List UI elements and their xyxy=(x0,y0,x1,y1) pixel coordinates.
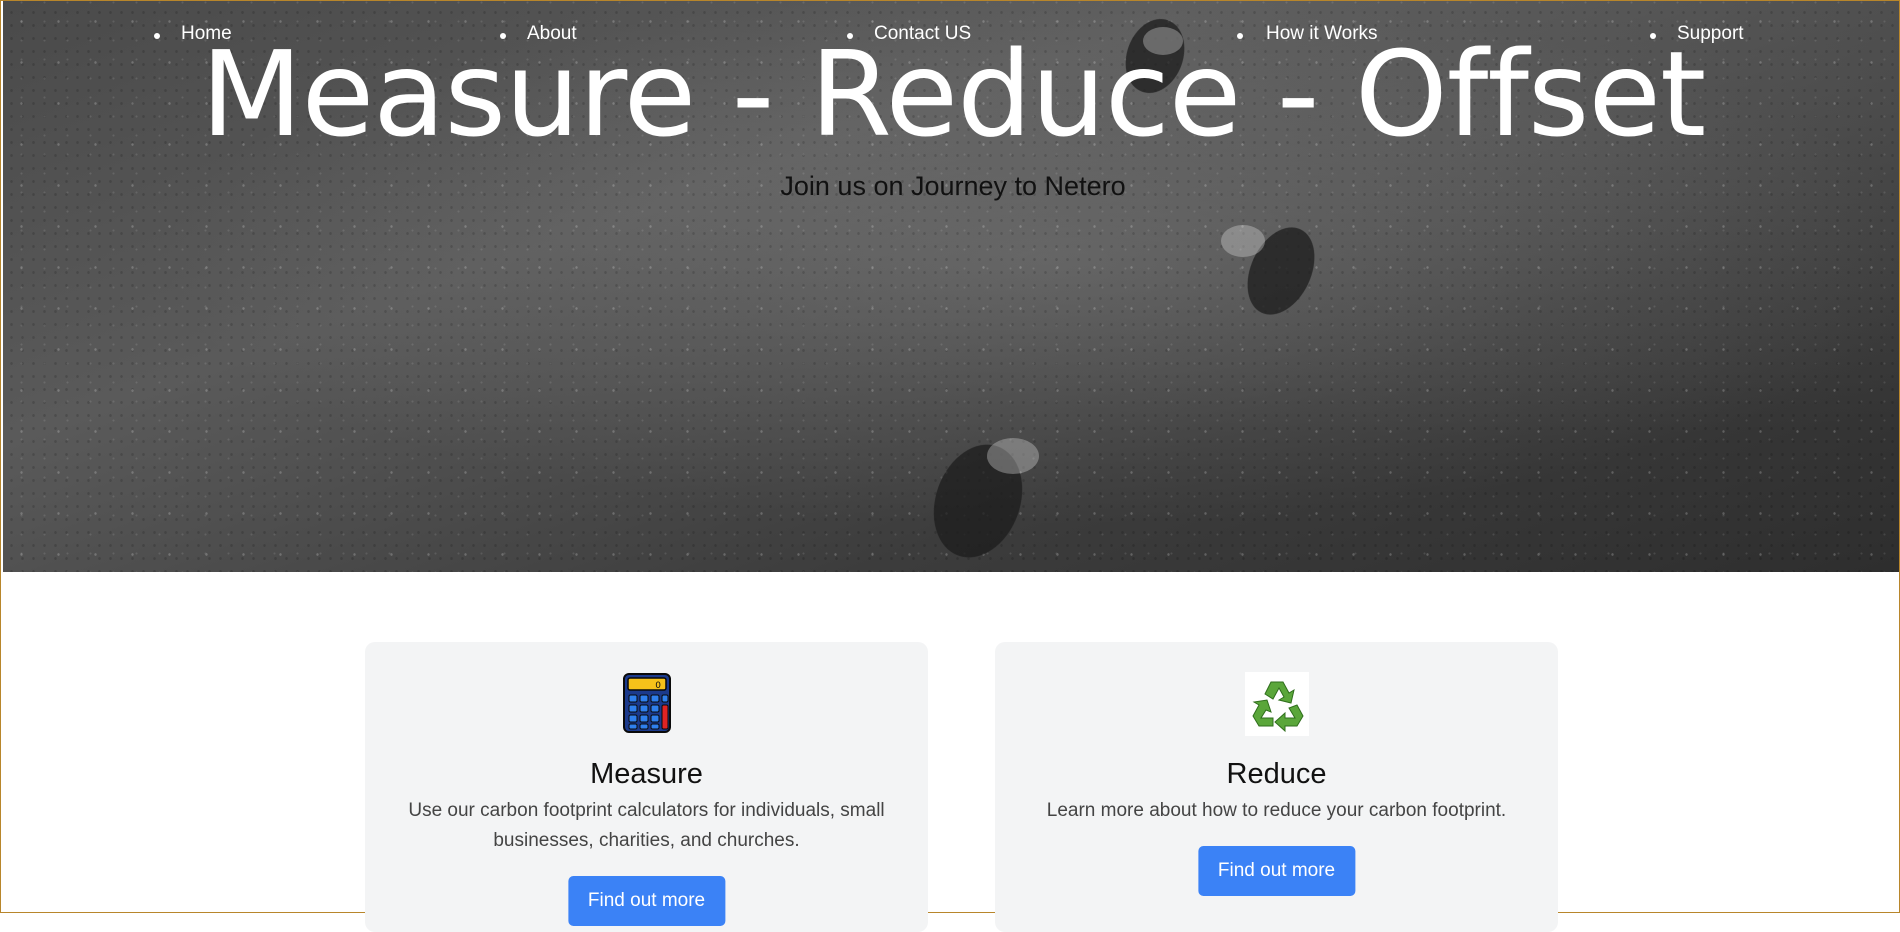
recycle-icon xyxy=(1244,672,1309,736)
hero-subtitle: Join us on Journey to Netero xyxy=(780,171,1126,201)
measure-find-out-more-button[interactable]: Find out more xyxy=(567,876,726,926)
measure-card: 0 Measure Use our carbon footprint calcu… xyxy=(365,642,928,932)
reduce-card-text: Learn more about how to reduce your carb… xyxy=(1046,800,1507,821)
measure-card-text: Use our carbon footprint calculators for… xyxy=(408,800,885,851)
svg-text:0: 0 xyxy=(655,681,661,691)
calculator-icon: 0 xyxy=(622,673,671,733)
measure-card-title: Measure xyxy=(590,758,703,790)
reduce-card: Reduce Learn more about how to reduce yo… xyxy=(995,642,1558,932)
hero-title: Measure - Reduce - Offset xyxy=(200,25,1706,163)
hero-banner: Home About Contact US How it Works Suppo… xyxy=(3,1,1899,572)
card-icon-wrap xyxy=(995,672,1558,736)
reduce-find-out-more-button[interactable]: Find out more xyxy=(1197,846,1356,896)
reduce-card-title: Reduce xyxy=(1226,758,1327,790)
card-icon-wrap: 0 xyxy=(365,672,928,736)
